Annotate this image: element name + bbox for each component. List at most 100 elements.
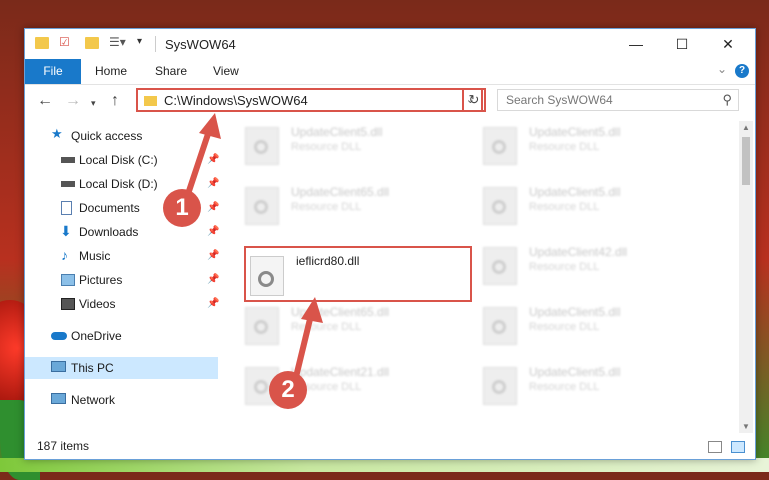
- dll-file-icon: [245, 187, 279, 225]
- tab-share[interactable]: Share: [155, 59, 187, 84]
- dll-file-icon: [250, 256, 284, 296]
- dll-file-icon: [483, 127, 517, 165]
- step-badge-1: 1: [163, 189, 201, 227]
- tab-home[interactable]: Home: [95, 59, 127, 84]
- list-item[interactable]: UpdateClient5.dll Resource DLL: [483, 303, 683, 347]
- sidebar-item-label: Documents: [79, 201, 140, 215]
- status-bar: 187 items: [25, 435, 755, 459]
- music-icon: ♪: [61, 247, 68, 263]
- pictures-icon: [61, 274, 75, 286]
- explorer-window: ☑ ☰▾ ▾ SysWOW64 — ☐ ✕ File Home Share Vi…: [24, 28, 756, 460]
- list-item[interactable]: UpdateClient5.dll Resource DLL: [483, 183, 683, 227]
- forward-arrow-icon[interactable]: →: [65, 93, 81, 109]
- file-description: Resource DLL: [529, 261, 600, 273]
- large-icons-view-icon[interactable]: [731, 441, 745, 453]
- download-icon: ⬇: [60, 223, 72, 239]
- sidebar-item-videos[interactable]: Videos 📌: [25, 293, 220, 315]
- close-button[interactable]: ✕: [705, 29, 751, 59]
- navigation-bar: ← → ▾ ↑ C:\Windows\SysWOW64 ⌄ ↻ Search S…: [25, 85, 755, 117]
- new-folder-icon[interactable]: [85, 37, 99, 49]
- sidebar-item-onedrive[interactable]: OneDrive: [25, 325, 218, 347]
- sidebar-item-label: OneDrive: [71, 329, 122, 343]
- view-options-icon[interactable]: ☰▾: [109, 35, 126, 49]
- search-icon: ⚲: [722, 92, 732, 107]
- sidebar-item-label: Network: [71, 393, 116, 407]
- title-separator: [155, 36, 156, 52]
- item-count: 187 items: [37, 439, 90, 453]
- file-name: UpdateClient5.dll: [529, 365, 621, 379]
- star-icon: ★: [51, 126, 63, 141]
- file-name: UpdateClient42.dll: [529, 245, 628, 259]
- scroll-up-icon[interactable]: ▲: [742, 123, 750, 132]
- up-arrow-icon[interactable]: ↑: [111, 93, 119, 109]
- tab-file[interactable]: File: [25, 59, 81, 84]
- drive-icon: [61, 181, 75, 187]
- title-bar: ☑ ☰▾ ▾ SysWOW64 — ☐ ✕: [25, 29, 755, 59]
- help-icon[interactable]: ?: [735, 64, 749, 78]
- file-name: UpdateClient65.dll: [291, 185, 390, 199]
- customize-quick-access-icon[interactable]: ▾: [137, 35, 151, 47]
- sidebar-item-label: Pictures: [79, 273, 123, 287]
- network-icon: [51, 393, 66, 404]
- list-item[interactable]: UpdateClient65.dll Resource DLL: [245, 183, 445, 227]
- file-name: UpdateClient5.dll: [529, 125, 621, 139]
- file-name: UpdateClient5.dll: [291, 125, 383, 139]
- pin-icon: 📌: [207, 274, 220, 285]
- sidebar-item-this-pc[interactable]: This PC: [25, 357, 218, 379]
- address-bar[interactable]: C:\Windows\SysWOW64 ⌄: [136, 88, 483, 112]
- details-view-icon[interactable]: [708, 441, 722, 453]
- file-description: Resource DLL: [529, 201, 600, 213]
- documents-icon: [61, 201, 72, 215]
- list-item[interactable]: UpdateClient5.dll Resource DLL: [483, 123, 683, 167]
- dll-file-icon: [245, 127, 279, 165]
- computer-icon: [51, 361, 66, 372]
- sidebar-item-label: Quick access: [71, 129, 143, 143]
- pin-icon: 📌: [207, 226, 220, 237]
- file-name: UpdateClient5.dll: [529, 185, 621, 199]
- step-badge-2: 2: [269, 371, 307, 409]
- list-item[interactable]: UpdateClient42.dll Resource DLL: [483, 243, 683, 287]
- pin-icon: 📌: [207, 250, 220, 261]
- vertical-scrollbar[interactable]: ▲ ▼: [739, 121, 753, 433]
- tab-view[interactable]: View: [213, 59, 239, 84]
- minimize-button[interactable]: —: [613, 29, 659, 59]
- file-name: UpdateClient5.dll: [529, 305, 621, 319]
- scrollbar-thumb[interactable]: [742, 137, 750, 185]
- list-item[interactable]: UpdateClient5.dll Resource DLL: [245, 123, 445, 167]
- window-title: SysWOW64: [165, 37, 236, 52]
- videos-icon: [61, 298, 75, 310]
- address-path: C:\Windows\SysWOW64: [164, 93, 308, 108]
- dll-file-icon: [483, 187, 517, 225]
- desktop-background-strip: [0, 458, 769, 472]
- file-name: ieflicrd80.dll: [296, 254, 360, 268]
- expand-ribbon-icon[interactable]: ⌄: [717, 62, 727, 76]
- sidebar-item-label: Downloads: [79, 225, 139, 239]
- file-description: Resource DLL: [291, 201, 362, 213]
- annotation-arrow-1: [184, 113, 221, 198]
- sidebar-item-music[interactable]: ♪ Music 📌: [25, 245, 220, 267]
- list-item[interactable]: UpdateClient65.dll Resource DLL: [245, 303, 445, 347]
- properties-icon[interactable]: ☑: [59, 36, 73, 48]
- list-item[interactable]: UpdateClient5.dll Resource DLL: [483, 363, 683, 407]
- maximize-button[interactable]: ☐: [659, 29, 705, 59]
- folder-icon: [144, 96, 157, 106]
- search-input[interactable]: Search SysWOW64 ⚲: [497, 89, 739, 111]
- recent-locations-icon[interactable]: ▾: [91, 95, 96, 111]
- sidebar-item-pictures[interactable]: Pictures 📌: [25, 269, 220, 291]
- pin-icon: 📌: [207, 298, 220, 309]
- back-arrow-icon[interactable]: ←: [37, 93, 53, 109]
- sidebar-item-label: Local Disk (C:): [79, 153, 158, 167]
- sidebar-item-network[interactable]: Network: [25, 389, 218, 411]
- dll-file-icon: [483, 367, 517, 405]
- sidebar-item-label: Videos: [79, 297, 116, 311]
- highlighted-file-item[interactable]: ieflicrd80.dll: [244, 246, 472, 302]
- file-description: Resource DLL: [291, 141, 362, 153]
- dll-file-icon: [483, 247, 517, 285]
- refresh-button[interactable]: ↻: [462, 88, 486, 112]
- scroll-down-icon[interactable]: ▼: [742, 422, 750, 431]
- file-description: Resource DLL: [529, 141, 600, 153]
- file-description: Resource DLL: [529, 321, 600, 333]
- sidebar-item-label: Music: [79, 249, 111, 263]
- dll-file-icon: [245, 307, 279, 345]
- file-description: Resource DLL: [529, 381, 600, 393]
